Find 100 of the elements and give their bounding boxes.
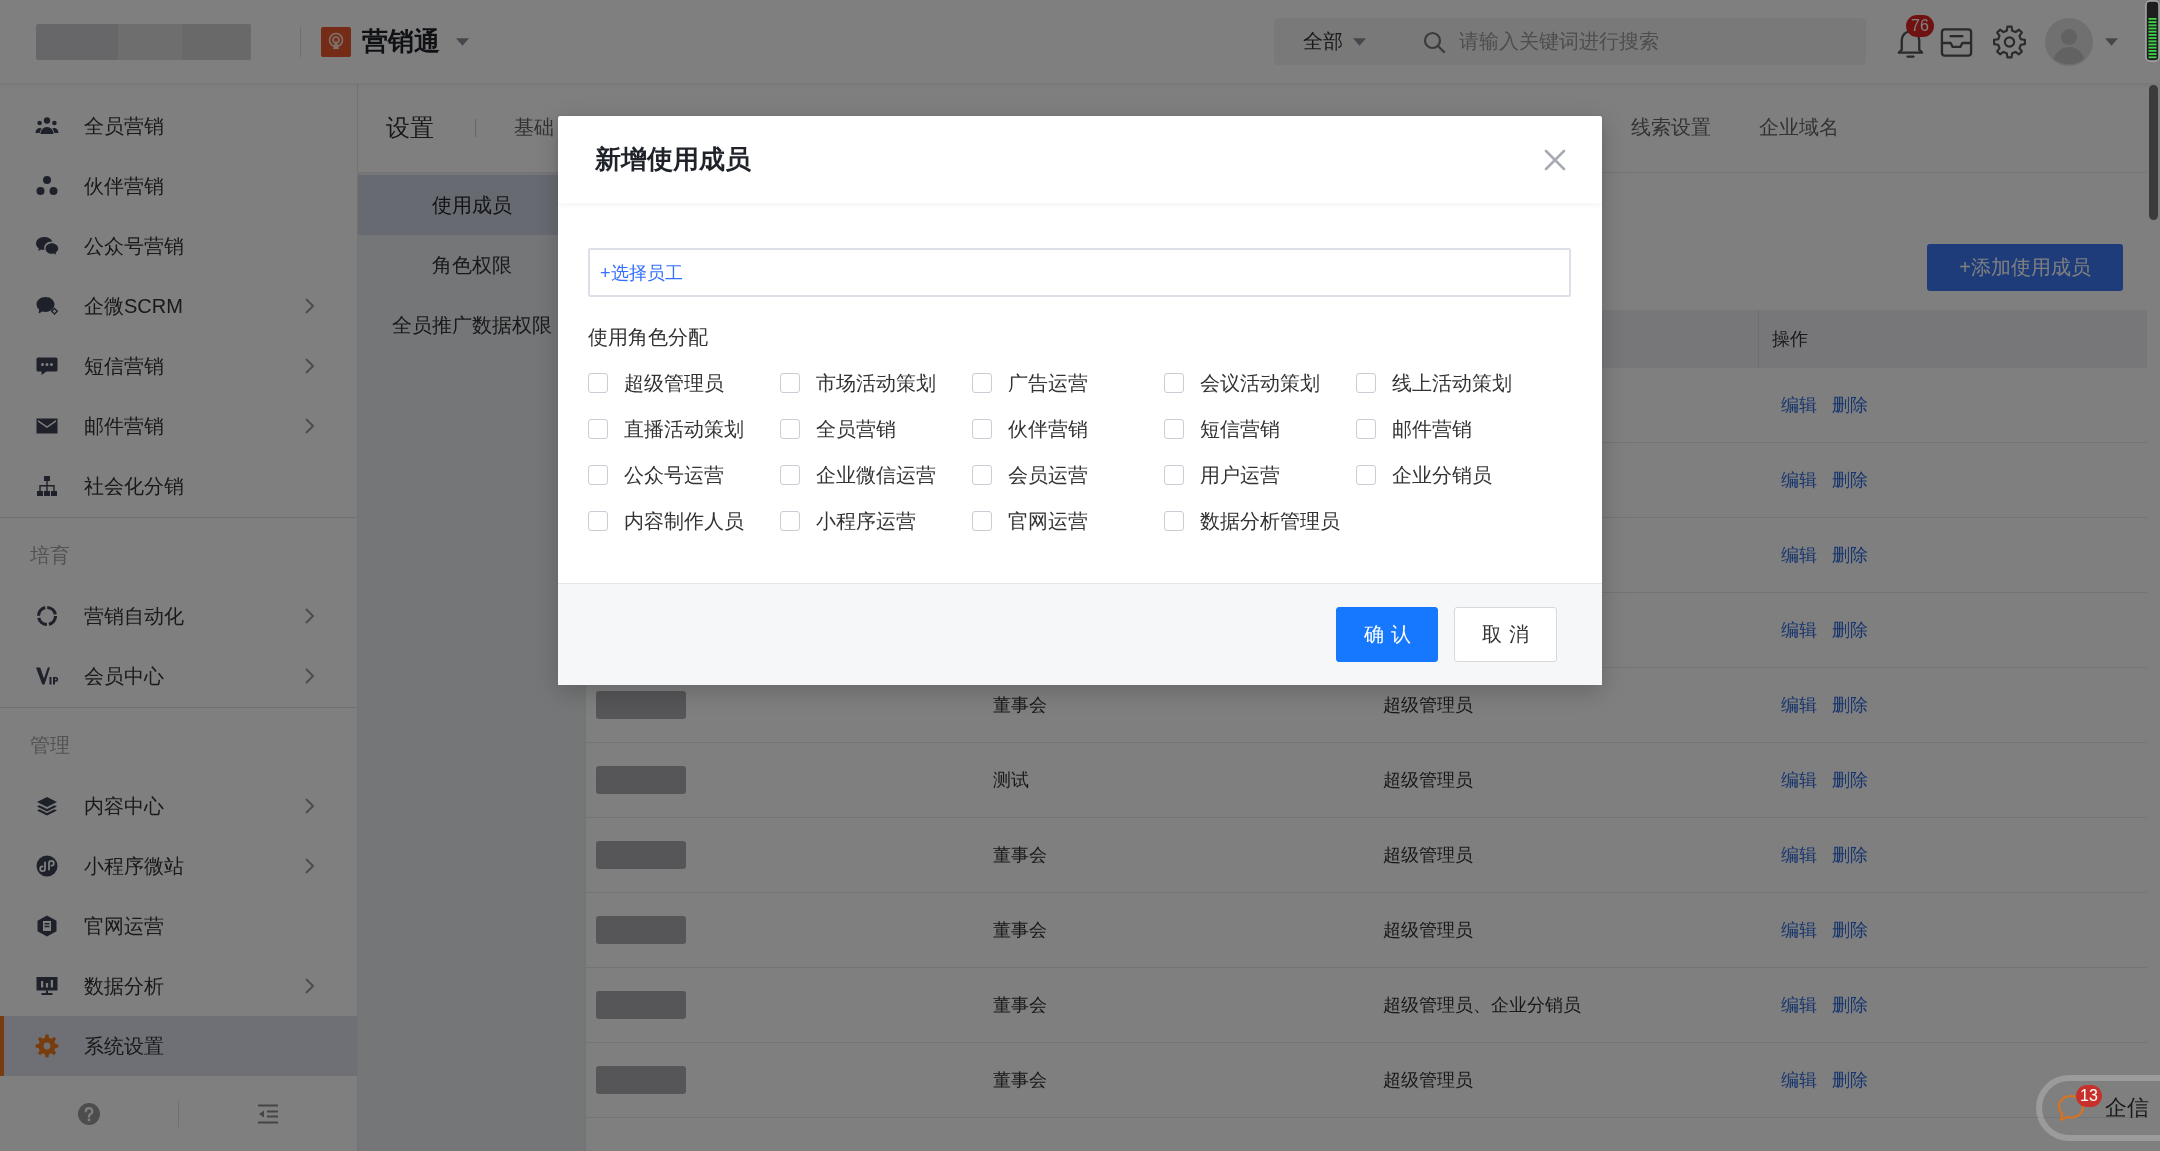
- role-option[interactable]: 用户运营: [1164, 460, 1280, 490]
- role-option[interactable]: 公众号运营: [588, 460, 724, 490]
- chat-launcher[interactable]: 13 企信: [2036, 1075, 2160, 1141]
- role-option[interactable]: 线上活动策划: [1356, 368, 1512, 398]
- sidebar-item[interactable]: 全员营销: [0, 96, 357, 156]
- checkbox[interactable]: [1356, 465, 1376, 485]
- checkbox[interactable]: [588, 511, 608, 531]
- checkbox[interactable]: [780, 511, 800, 531]
- sidebar-item[interactable]: 系统设置: [0, 1016, 357, 1076]
- settings-icon[interactable]: [1992, 23, 2027, 60]
- table-cell-text: 董事会: [993, 919, 1047, 942]
- checkbox[interactable]: [588, 465, 608, 485]
- confirm-button[interactable]: 确认: [1335, 607, 1439, 662]
- row-action-link[interactable]: 删除: [1832, 393, 1868, 417]
- chevron-right-icon: [304, 797, 316, 815]
- org-chart-icon: [35, 474, 59, 498]
- role-option[interactable]: 超级管理员: [588, 368, 724, 398]
- checkbox[interactable]: [1164, 465, 1184, 485]
- table-cell-text: 超级管理员、企业分销员: [1383, 994, 1581, 1017]
- table-cell-text: 测试: [993, 769, 1029, 792]
- sidebar-item[interactable]: 短信营销: [0, 336, 357, 396]
- collapse-menu-icon[interactable]: [256, 1102, 280, 1126]
- notification-badge: 76: [1906, 14, 1934, 37]
- settings-tab[interactable]: 线索设置: [1631, 83, 1711, 172]
- row-action-link[interactable]: 删除: [1832, 618, 1868, 642]
- checkbox[interactable]: [972, 465, 992, 485]
- sidebar-item[interactable]: 会员中心: [0, 646, 357, 706]
- row-action-link[interactable]: 编辑: [1781, 393, 1817, 417]
- row-action-link[interactable]: 编辑: [1781, 693, 1817, 717]
- role-option[interactable]: 小程序运营: [780, 506, 916, 536]
- scope-dropdown[interactable]: 全部: [1303, 28, 1366, 55]
- avatar-icon[interactable]: [2045, 17, 2093, 66]
- row-action-link[interactable]: 编辑: [1781, 543, 1817, 567]
- checkbox[interactable]: [1164, 511, 1184, 531]
- row-action-link[interactable]: 删除: [1832, 543, 1868, 567]
- row-action-link[interactable]: 编辑: [1781, 843, 1817, 867]
- checkbox[interactable]: [780, 419, 800, 439]
- checkbox[interactable]: [1164, 419, 1184, 439]
- checkbox[interactable]: [972, 419, 992, 439]
- broadcast-tile-icon: [321, 26, 351, 57]
- row-action-link[interactable]: 删除: [1832, 993, 1868, 1017]
- sidebar-item[interactable]: 伙伴营销: [0, 156, 357, 216]
- caret-down-icon: [456, 37, 469, 46]
- checkbox[interactable]: [780, 465, 800, 485]
- role-option[interactable]: 企业分销员: [1356, 460, 1492, 490]
- sidebar-item[interactable]: 企微SCRM: [0, 276, 357, 336]
- scrollbar-thumb[interactable]: [2149, 85, 2158, 220]
- role-option[interactable]: 直播活动策划: [588, 414, 744, 444]
- column-header: 操作: [1758, 310, 2147, 368]
- row-action-link[interactable]: 删除: [1832, 768, 1868, 792]
- row-action-link[interactable]: 删除: [1832, 843, 1868, 867]
- checkbox[interactable]: [780, 373, 800, 393]
- employee-select-field[interactable]: +选择员工: [588, 248, 1571, 297]
- row-action-link[interactable]: 编辑: [1781, 918, 1817, 942]
- row-action-link[interactable]: 编辑: [1781, 1068, 1817, 1092]
- role-option[interactable]: 广告运营: [972, 368, 1088, 398]
- sidebar-item[interactable]: 内容中心: [0, 776, 357, 836]
- checkbox[interactable]: [972, 373, 992, 393]
- checkbox[interactable]: [972, 511, 992, 531]
- page-title: 设置: [386, 112, 434, 143]
- settings-tab[interactable]: 企业域名: [1759, 83, 1839, 172]
- sidebar-item[interactable]: 官网运营: [0, 896, 357, 956]
- checkbox[interactable]: [588, 419, 608, 439]
- role-option[interactable]: 会员运营: [972, 460, 1088, 490]
- role-option[interactable]: 内容制作人员: [588, 506, 744, 536]
- sidebar-item[interactable]: 营销自动化: [0, 586, 357, 646]
- row-action-link[interactable]: 删除: [1832, 468, 1868, 492]
- sidebar-item[interactable]: 公众号营销: [0, 216, 357, 276]
- product-switcher[interactable]: 营销通: [362, 24, 469, 59]
- row-action-link[interactable]: 编辑: [1781, 618, 1817, 642]
- row-action-link[interactable]: 编辑: [1781, 993, 1817, 1017]
- role-option[interactable]: 市场活动策划: [780, 368, 936, 398]
- role-option[interactable]: 伙伴营销: [972, 414, 1088, 444]
- row-action-link[interactable]: 删除: [1832, 918, 1868, 942]
- checkbox[interactable]: [1356, 373, 1376, 393]
- role-option[interactable]: 邮件营销: [1356, 414, 1472, 444]
- sidebar-item[interactable]: 邮件营销: [0, 396, 357, 456]
- row-action-link[interactable]: 编辑: [1781, 768, 1817, 792]
- role-option[interactable]: 企业微信运营: [780, 460, 936, 490]
- settings-tab[interactable]: 基础: [514, 83, 554, 172]
- sidebar-item[interactable]: 社会化分销: [0, 456, 357, 516]
- row-action-link[interactable]: 删除: [1832, 693, 1868, 717]
- role-option[interactable]: 数据分析管理员: [1164, 506, 1340, 536]
- chevron-right-icon: [304, 667, 316, 685]
- role-option[interactable]: 官网运营: [972, 506, 1088, 536]
- checkbox[interactable]: [1164, 373, 1184, 393]
- cycle-ring-icon: [35, 604, 59, 628]
- role-option[interactable]: 短信营销: [1164, 414, 1280, 444]
- row-action-link[interactable]: 删除: [1832, 1068, 1868, 1092]
- help-icon[interactable]: [77, 1102, 101, 1126]
- role-option[interactable]: 会议活动策划: [1164, 368, 1320, 398]
- checkbox[interactable]: [1356, 419, 1376, 439]
- close-icon[interactable]: [1543, 147, 1567, 172]
- role-option[interactable]: 全员营销: [780, 414, 896, 444]
- checkbox[interactable]: [588, 373, 608, 393]
- row-action-link[interactable]: 编辑: [1781, 468, 1817, 492]
- cancel-button[interactable]: 取消: [1454, 607, 1557, 662]
- sidebar-item[interactable]: 小程序微站: [0, 836, 357, 896]
- sidebar-item[interactable]: 数据分析: [0, 956, 357, 1016]
- add-member-button[interactable]: +添加使用成员: [1927, 244, 2123, 291]
